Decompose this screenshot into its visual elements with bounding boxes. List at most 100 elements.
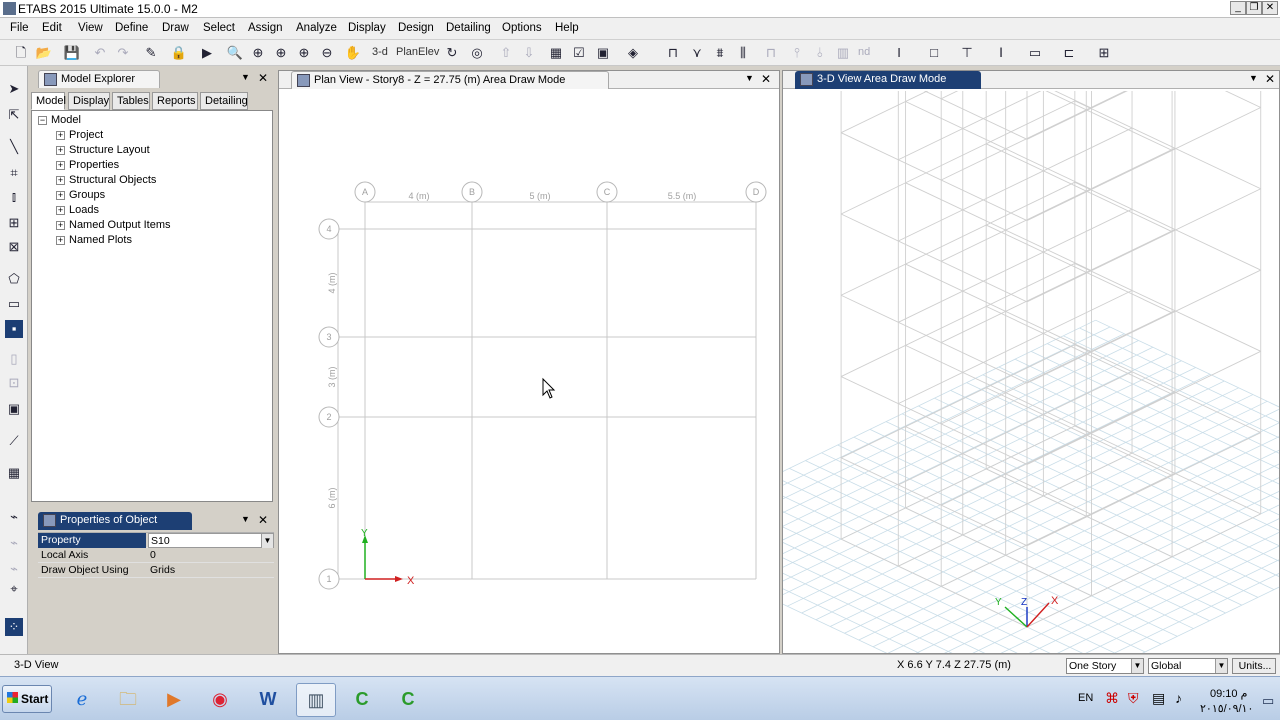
reshape-pointer-icon[interactable]: ⇱ [5,106,23,124]
camtasia-icon[interactable]: C [342,683,382,717]
coordinate-system-select[interactable]: Global ▼ [1148,658,1228,674]
draw-grid-icon[interactable]: ⊞ [1095,44,1113,62]
draw-column-icon[interactable]: ⊤ [958,44,976,62]
move-up-icon[interactable]: ⇧ [497,44,515,62]
menu-display[interactable]: Display [348,22,386,34]
draw-line-icon[interactable]: ╲ [5,138,23,156]
view-menu-chevron-icon[interactable]: ▼ [745,73,754,83]
draw-wall-icon[interactable]: ⊓ [762,44,780,62]
property-value[interactable]: 0 [148,548,274,563]
properties-tab[interactable]: Properties of Object [38,512,192,530]
tab-reports[interactable]: Reports [152,92,198,110]
panel-menu-chevron-icon[interactable]: ▼ [241,514,250,524]
pencil-icon[interactable]: ✎ [142,44,160,62]
select-all-icon[interactable]: ⌁ [5,508,23,526]
dropdown-arrow-icon[interactable]: ▼ [1131,659,1143,673]
plan-canvas[interactable]: A B C D 4 3 2 1 4 (m) 5 (m) 5.5 (m) 4 (m… [279,91,779,653]
draw-beam-icon[interactable]: Ⅰ [992,44,1010,62]
start-button[interactable]: Start [2,685,52,713]
draw-dimension-button[interactable]: nd [858,46,870,58]
perspective-icon[interactable]: ◎ [468,44,486,62]
show-desktop-icon[interactable]: ▭ [1262,693,1274,709]
draw-column-plan-icon[interactable]: ⫾ [5,188,23,206]
view-close-icon[interactable]: ✕ [1265,72,1275,86]
draw-beam-region-icon[interactable]: ⊞ [5,214,23,232]
view-3d-canvas[interactable]: Z Y X [783,91,1279,653]
draw-wall-plan-icon[interactable]: ▯ [5,350,23,368]
draw-spring-icon[interactable]: ⫰ [811,44,829,62]
expand-icon[interactable]: + [56,145,65,155]
menu-draw[interactable]: Draw [162,22,189,34]
draw-dimension-line-icon[interactable]: ⟋ [5,432,23,450]
word-icon[interactable]: W [248,683,288,717]
quick-draw-beams-icon[interactable]: ⩩ [711,44,729,62]
lock-icon[interactable]: 🔒 [170,44,188,62]
plan-view-tab[interactable]: Plan View - Story8 - Z = 27.75 (m) Area … [291,71,609,89]
menu-detailing[interactable]: Detailing [446,22,491,34]
move-down-icon[interactable]: ⇩ [520,44,538,62]
zoom-out-icon[interactable]: ⊖ [318,44,336,62]
tree-item-properties[interactable]: + Properties [56,159,119,171]
file-explorer-icon[interactable]: 🗀 [108,683,148,717]
collapse-icon[interactable]: − [38,115,47,125]
menu-select[interactable]: Select [203,22,235,34]
panel-close-icon[interactable]: ✕ [258,513,268,527]
menu-options[interactable]: Options [502,22,542,34]
zoom-in-icon[interactable]: ⊕ [249,44,267,62]
network-tray-icon[interactable]: ▤ [1152,690,1165,707]
tree-item-named-output-items[interactable]: + Named Output Items [56,219,171,231]
restore-button[interactable]: ❐ [1246,1,1262,15]
etabs-taskbar-icon[interactable]: ▥ [296,683,336,717]
property-value-select[interactable]: S10 ▼ [148,533,274,548]
draw-frame-icon[interactable]: ⊓ [664,44,682,62]
security-tray-icon[interactable]: ⛨ [1128,690,1139,707]
view-3d-button[interactable]: 3-d [372,46,388,58]
text-tool-icon[interactable]: I [890,44,908,62]
menu-define[interactable]: Define [115,22,148,34]
clock-date[interactable]: ٢٠١٥/٠٩/١٠ [1200,702,1253,715]
expand-icon[interactable]: + [56,175,65,185]
building-view-icon[interactable]: ▣ [594,44,612,62]
language-indicator[interactable]: EN [1078,692,1093,704]
draw-polygon-icon[interactable]: ⬠ [5,270,23,288]
tree-item-project[interactable]: + Project [56,129,103,141]
new-file-icon[interactable]: 🗋 [12,44,30,62]
tree-item-structure-layout[interactable]: + Structure Layout [56,144,150,156]
minimize-button[interactable]: _ [1230,1,1246,15]
menu-view[interactable]: View [78,22,103,34]
draw-rectangle-icon[interactable]: ▭ [5,295,23,313]
snap-to-points-icon[interactable]: ⁘ [5,618,23,636]
draw-brace-icon[interactable]: ⋎ [688,44,706,62]
clock-time[interactable]: 09:10 م [1210,687,1247,700]
tree-item-loads[interactable]: + Loads [56,204,99,216]
pan-icon[interactable]: ✋ [344,44,362,62]
draw-slab-icon[interactable]: ▭ [1026,44,1044,62]
snap-options-icon[interactable]: ⌖ [5,580,23,598]
open-file-icon[interactable]: 📂 [35,44,53,62]
run-analysis-icon[interactable]: ▶ [198,44,216,62]
save-icon[interactable]: 💾 [63,44,81,62]
tree-root-model[interactable]: − Model [38,114,81,126]
draw-frame-region-icon[interactable]: ⌗ [5,164,23,182]
expand-icon[interactable]: + [56,160,65,170]
tab-display[interactable]: Display [68,92,110,110]
quick-draw-area-icon[interactable]: ▪ [5,320,23,338]
rotate-icon[interactable]: ↻ [443,44,461,62]
tree-item-groups[interactable]: + Groups [56,189,105,201]
camtasia-recorder-icon[interactable]: C [388,683,428,717]
story-select[interactable]: One Story ▼ [1066,658,1144,674]
zoom-previous-icon[interactable]: ⊕ [272,44,290,62]
menu-edit[interactable]: Edit [42,22,62,34]
draw-opening-icon[interactable]: ▥ [834,44,852,62]
view-menu-chevron-icon[interactable]: ▼ [1249,73,1258,83]
panel-close-icon[interactable]: ✕ [258,71,268,85]
menu-help[interactable]: Help [555,22,579,34]
close-button[interactable]: ✕ [1262,1,1278,15]
tab-detailing[interactable]: Detailing [200,92,248,110]
check-model-icon[interactable]: ☑ [570,44,588,62]
tab-model[interactable]: Model [31,92,66,110]
previous-selection-icon[interactable]: ⌁ [5,534,23,552]
acrobat-tray-icon[interactable]: ⌘ [1105,690,1119,707]
draw-grid-plan-icon[interactable]: ▦ [5,464,23,482]
expand-icon[interactable]: + [56,130,65,140]
